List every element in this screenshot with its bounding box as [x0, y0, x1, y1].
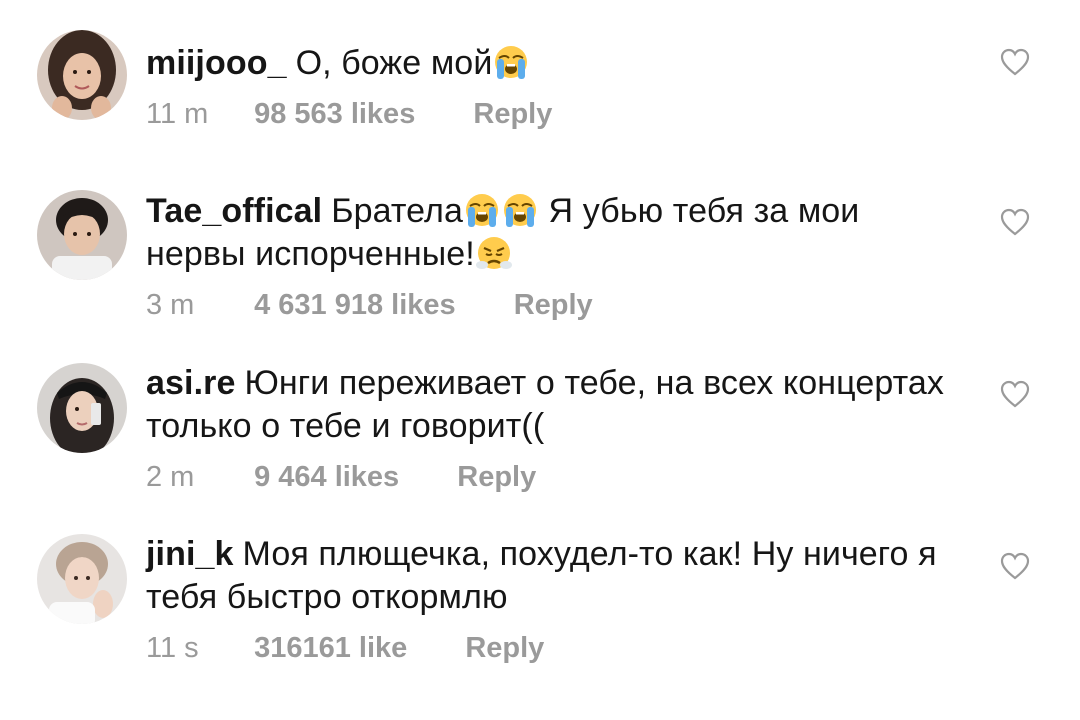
- avatar-girl-cap-icon: [37, 363, 127, 453]
- face-with-steam-icon: [476, 235, 512, 271]
- comment-likes[interactable]: 316161 like: [254, 631, 407, 665]
- heart-icon[interactable]: [1000, 208, 1030, 236]
- avatar-girl-dark-hair-icon: [37, 30, 127, 120]
- loudly-crying-face-icon: [493, 44, 529, 80]
- comment-likes[interactable]: 9 464 likes: [254, 460, 399, 494]
- avatar-boy-light-hair-icon: [37, 534, 127, 624]
- comments-list: miijooo_ О, боже мой 11 m 98 563 likes Re…: [0, 0, 1080, 720]
- comment-username[interactable]: miijooo_: [146, 44, 287, 82]
- comment-username[interactable]: Tae_offical: [146, 192, 322, 230]
- comment-time: 11 s: [146, 632, 199, 664]
- comment-text: Юнги переживает о тебе, на всех концерта…: [146, 364, 944, 445]
- comment-text: Моя плющечка, похудел-то как! Ну ничего …: [146, 535, 937, 616]
- loudly-crying-face-icon: [464, 192, 500, 228]
- avatar-boy-dark-hair-icon: [37, 190, 127, 280]
- comment-time: 3 m: [146, 289, 195, 321]
- avatar[interactable]: [37, 534, 127, 624]
- comment-likes[interactable]: 98 563 likes: [254, 97, 415, 131]
- comment-time: 11 m: [146, 98, 209, 130]
- heart-icon[interactable]: [1000, 48, 1030, 76]
- loudly-crying-face-icon: [502, 192, 538, 228]
- reply-button[interactable]: Reply: [473, 97, 552, 131]
- comment-likes[interactable]: 4 631 918 likes: [254, 288, 456, 322]
- comment-username[interactable]: asi.re: [146, 364, 235, 402]
- avatar[interactable]: [37, 30, 127, 120]
- reply-button[interactable]: Reply: [514, 288, 593, 322]
- reply-button[interactable]: Reply: [457, 460, 536, 494]
- comment-time: 2 m: [146, 461, 195, 493]
- reply-button[interactable]: Reply: [465, 631, 544, 665]
- heart-icon[interactable]: [1000, 380, 1030, 408]
- avatar[interactable]: [37, 363, 127, 453]
- comment-text: О, боже мой: [295, 44, 493, 82]
- heart-icon[interactable]: [1000, 552, 1030, 580]
- avatar[interactable]: [37, 190, 127, 280]
- comment-username[interactable]: jini_k: [146, 535, 234, 573]
- comment-text: Братела: [331, 192, 464, 230]
